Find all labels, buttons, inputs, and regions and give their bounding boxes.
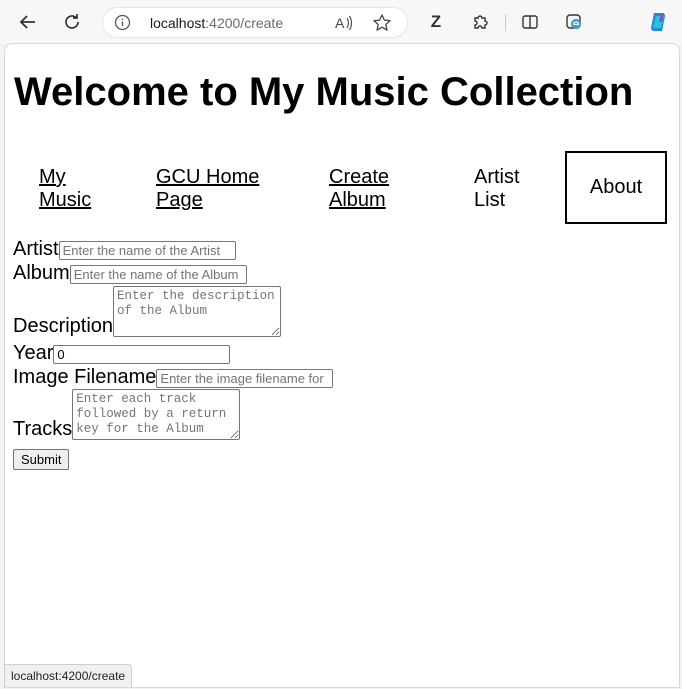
- description-row: Description: [13, 286, 282, 337]
- profile-z-button[interactable]: Z: [420, 6, 452, 38]
- nav-artist-list-item[interactable]: Artist List: [474, 166, 520, 212]
- svg-text:A: A: [335, 15, 345, 31]
- nav-artist-list-line2: List: [474, 189, 506, 211]
- album-row: Album: [13, 262, 247, 284]
- nav-create-album-line1: Create: [329, 166, 390, 188]
- copilot-icon: [651, 13, 665, 31]
- nav-gcu-home-line1: GCU Home: [156, 166, 260, 188]
- profile-letter: Z: [430, 12, 442, 31]
- nav-gcu-home-link[interactable]: GCU Home Page: [156, 166, 259, 212]
- refresh-button[interactable]: [56, 6, 88, 38]
- split-screen-icon: [522, 15, 538, 29]
- read-aloud-icon[interactable]: A: [334, 13, 354, 33]
- site-info-icon[interactable]: [114, 14, 131, 31]
- nav-gcu-home-line2: Page: [156, 189, 203, 211]
- tracks-label: Tracks: [13, 418, 73, 440]
- extensions-button[interactable]: [465, 6, 497, 38]
- image-filename-input[interactable]: [156, 369, 334, 388]
- refresh-icon: [65, 14, 79, 29]
- url-host: localhost: [150, 15, 206, 31]
- split-screen-button[interactable]: [514, 6, 546, 38]
- tracks-textarea[interactable]: [72, 389, 241, 440]
- browser-toolbar: localhost:4200/create A Z: [0, 0, 682, 44]
- nav-about-label: About: [589, 176, 643, 198]
- description-textarea[interactable]: [113, 286, 282, 337]
- url-text[interactable]: localhost:4200/create: [150, 15, 283, 31]
- toolbar-separator: [505, 14, 506, 31]
- nav-my-music-line2: Music: [39, 189, 92, 211]
- nav-my-music-line1: My: [39, 166, 66, 188]
- artist-row: Artist: [13, 238, 236, 260]
- back-arrow-icon: [19, 15, 35, 29]
- year-input[interactable]: [53, 345, 231, 364]
- copilot-button[interactable]: [643, 6, 675, 38]
- nav-artist-list-line1: Artist: [474, 166, 520, 188]
- nav-create-album-link[interactable]: Create Album: [329, 166, 389, 212]
- back-button[interactable]: [12, 6, 44, 38]
- nav-my-music-link[interactable]: My Music: [39, 166, 91, 212]
- year-row: Year: [13, 342, 231, 364]
- puzzle-icon: [474, 15, 488, 29]
- url-path: :4200/create: [205, 15, 284, 31]
- nav-create-album-line2: Album: [329, 189, 386, 211]
- description-label: Description: [13, 315, 114, 337]
- favorite-star-icon[interactable]: [372, 13, 392, 33]
- submit-button[interactable]: Submit: [13, 449, 70, 470]
- artist-label: Artist: [13, 238, 59, 260]
- album-input[interactable]: [69, 265, 247, 284]
- year-label: Year: [13, 342, 54, 364]
- tracks-row: Tracks: [13, 389, 241, 440]
- image-filename-label: Image Filename: [13, 366, 157, 388]
- page-title: Welcome to My Music Collection: [14, 70, 634, 114]
- nav-about-button[interactable]: About: [565, 151, 667, 224]
- album-label: Album: [13, 262, 70, 284]
- address-bar[interactable]: localhost:4200/create A: [102, 7, 408, 38]
- page-viewport: Welcome to My Music Collection My Music …: [4, 43, 680, 688]
- image-filename-row: Image Filename: [13, 366, 334, 388]
- edge-collections-icon: [566, 14, 581, 29]
- artist-input[interactable]: [58, 241, 236, 260]
- status-bar-url: localhost:4200/create: [4, 664, 133, 687]
- collections-button[interactable]: [558, 6, 590, 38]
